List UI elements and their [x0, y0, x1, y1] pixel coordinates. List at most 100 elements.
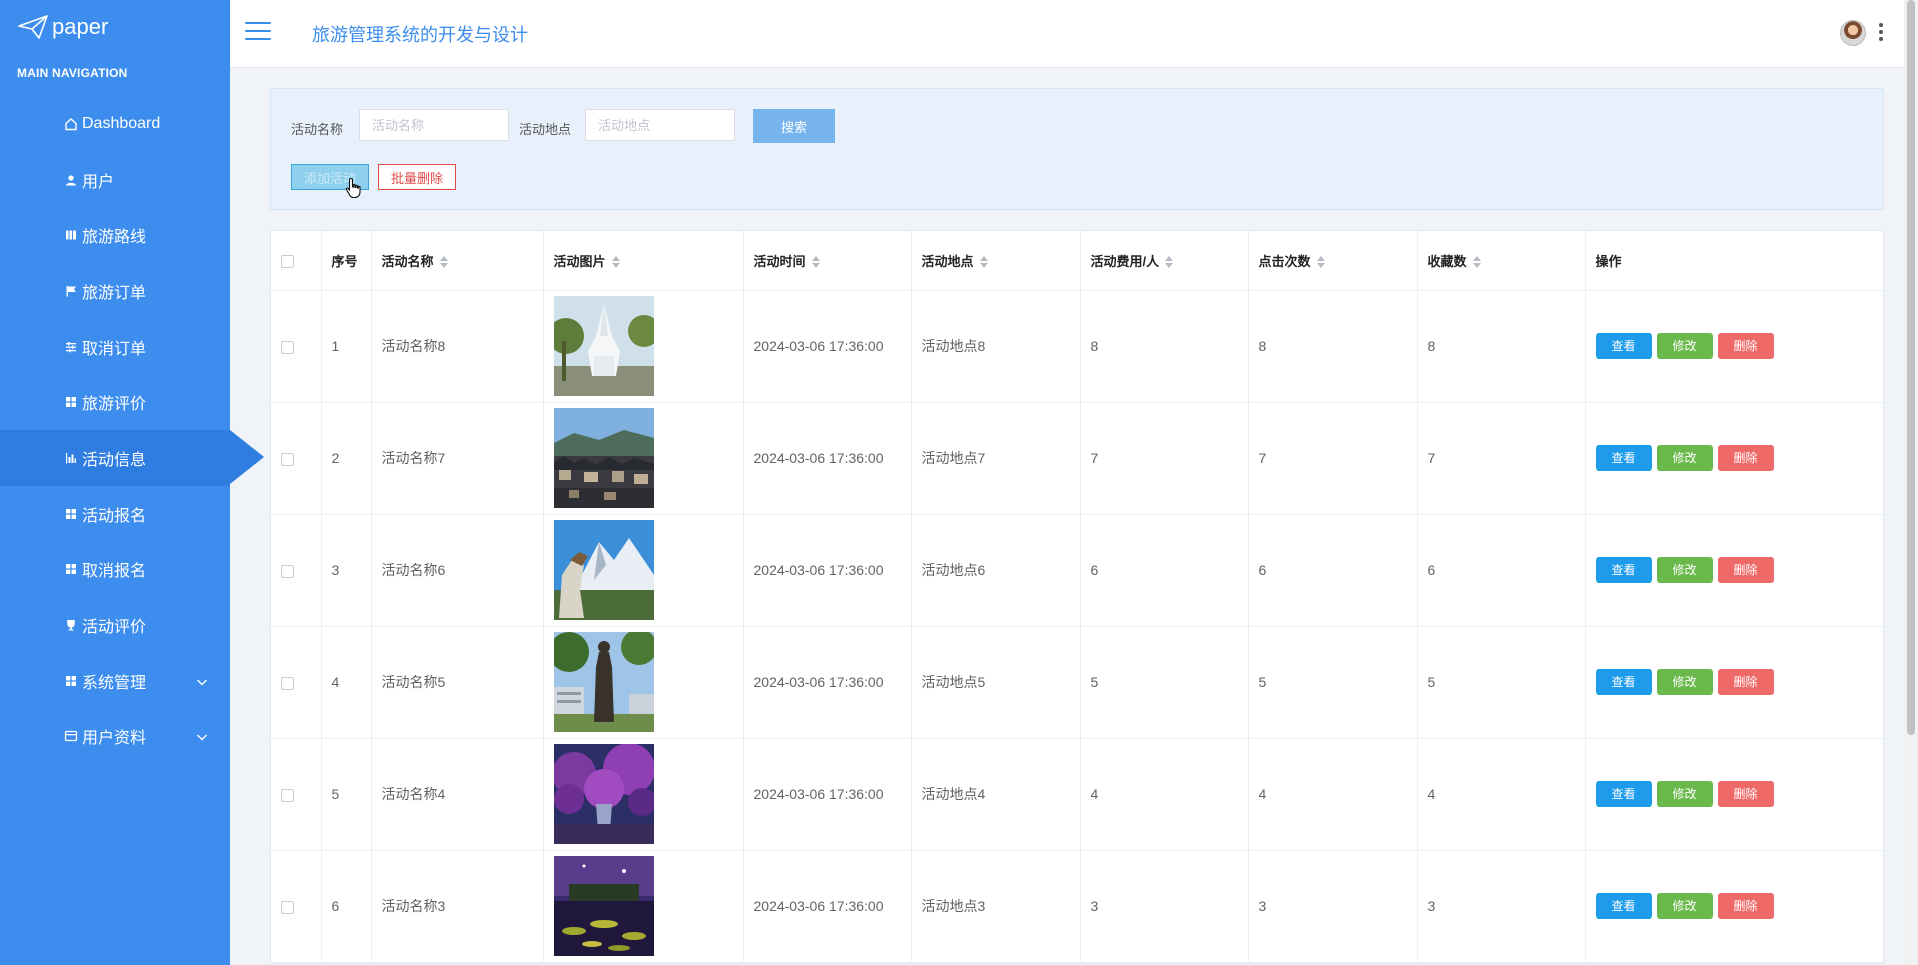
sidebar-item-label: 旅游评价: [82, 396, 147, 414]
chevron-down-icon[interactable]: [196, 675, 208, 693]
delete-button[interactable]: 删除: [1717, 445, 1774, 471]
chevron-down-icon[interactable]: [196, 730, 208, 748]
edit-button[interactable]: 修改: [1656, 445, 1713, 471]
sidebar-item-8[interactable]: 活动报名: [0, 486, 230, 542]
sidebar-item-12[interactable]: 用户资料: [0, 709, 230, 765]
view-button[interactable]: 查看: [1595, 669, 1652, 695]
sidebar-item-5[interactable]: 取消订单: [0, 319, 230, 375]
activity-place-label: 活动地点: [519, 122, 572, 137]
nav-header: MAIN NAVIGATION: [17, 66, 128, 80]
row-checkbox[interactable]: [281, 788, 294, 802]
avatar[interactable]: [1840, 20, 1866, 46]
sidebar-item-11[interactable]: 系统管理: [0, 653, 230, 709]
view-button[interactable]: 查看: [1595, 445, 1652, 471]
sidebar-item-1[interactable]: Dashboard: [0, 96, 230, 152]
sort-icon[interactable]: [611, 256, 620, 269]
row-checkbox[interactable]: [281, 340, 294, 354]
batch-delete-button[interactable]: 批量删除: [378, 164, 456, 190]
activity-image[interactable]: [553, 632, 743, 732]
click-count-cell: 7: [1248, 402, 1418, 515]
activity-place-cell: 活动地点7: [911, 402, 1081, 515]
edit-button[interactable]: 修改: [1656, 669, 1713, 695]
view-button[interactable]: 查看: [1595, 333, 1652, 359]
activity-image[interactable]: [553, 856, 743, 956]
row-checkbox[interactable]: [281, 676, 294, 690]
delete-button[interactable]: 删除: [1717, 893, 1774, 919]
activity-place-input[interactable]: [585, 109, 735, 141]
grid-icon: [64, 674, 78, 688]
favorites-cell: 5: [1417, 626, 1586, 739]
row-checkbox[interactable]: [281, 452, 294, 466]
sidebar-item-10[interactable]: 活动评价: [0, 597, 230, 653]
column-header[interactable]: 活动费用/人: [1080, 231, 1249, 291]
sidebar-item-label: 活动评价: [82, 619, 147, 637]
edit-button[interactable]: 修改: [1656, 557, 1713, 583]
sidebar-item-label: 旅游路线: [82, 229, 147, 247]
sidebar-item-7[interactable]: 活动信息: [0, 430, 264, 486]
row-checkbox[interactable]: [281, 900, 294, 914]
sidebar-item-4[interactable]: 旅游订单: [0, 263, 230, 319]
edit-button[interactable]: 修改: [1656, 893, 1713, 919]
sidebar-item-label: 取消报名: [82, 563, 147, 581]
scrollbar-thumb[interactable]: [1907, 0, 1915, 735]
column-header[interactable]: 收藏数: [1417, 231, 1586, 291]
activity-image[interactable]: [553, 520, 743, 620]
row-select-cell: [271, 402, 322, 515]
sidebar-item-label: 用户资料: [82, 730, 147, 748]
sidebar-item-9[interactable]: 取消报名: [0, 542, 230, 598]
column-header[interactable]: 活动地点: [911, 231, 1081, 291]
table-row: 3 活动名称6 2024-03-06 17:36:00 活动地点6 6 6 6 查看 修改 删除: [271, 514, 1883, 627]
column-header[interactable]: 点击次数: [1248, 231, 1418, 291]
logo[interactable]: paper: [0, 0, 230, 54]
sort-icon[interactable]: [811, 256, 820, 269]
edit-button[interactable]: 修改: [1656, 781, 1713, 807]
view-button[interactable]: 查看: [1595, 557, 1652, 583]
column-header[interactable]: 活动图片: [543, 231, 744, 291]
card-icon: [64, 729, 78, 743]
activity-image[interactable]: [553, 744, 743, 844]
cup-icon: [64, 618, 78, 632]
view-button[interactable]: 查看: [1595, 893, 1652, 919]
edit-button[interactable]: 修改: [1656, 333, 1713, 359]
activity-image-cell: [543, 626, 744, 739]
page-scrollbar[interactable]: [1904, 0, 1918, 965]
column-header[interactable]: 活动名称: [371, 231, 544, 291]
sidebar-item-6[interactable]: 旅游评价: [0, 374, 230, 430]
sort-icon[interactable]: [1472, 256, 1481, 269]
row-select-cell: [271, 738, 322, 851]
activity-image-cell: [543, 738, 744, 851]
actions-cell: 查看 修改 删除: [1585, 290, 1883, 403]
activity-image-cell: [543, 402, 744, 515]
row-checkbox[interactable]: [281, 564, 294, 578]
column-header[interactable]: 活动时间: [743, 231, 912, 291]
activity-image[interactable]: [553, 296, 743, 396]
delete-button[interactable]: 删除: [1717, 557, 1774, 583]
activity-table: 序号 活动名称 活动图片 活动时间 活动地点 活动费用/人 点击次数 收藏数 操…: [270, 230, 1884, 964]
activity-name-cell: 活动名称5: [371, 626, 544, 739]
search-button[interactable]: 搜索: [753, 109, 835, 143]
sidebar-item-2[interactable]: 用户: [0, 152, 230, 208]
sort-icon[interactable]: [1165, 256, 1174, 269]
delete-button[interactable]: 删除: [1717, 333, 1774, 359]
delete-button[interactable]: 删除: [1717, 781, 1774, 807]
activity-time-cell: 2024-03-06 17:36:00: [743, 738, 912, 851]
hand-cursor-icon: [345, 177, 361, 199]
grid-icon: [64, 562, 78, 576]
activity-name-cell: 活动名称4: [371, 738, 544, 851]
sort-icon[interactable]: [439, 256, 448, 269]
more-vertical-icon[interactable]: [1878, 23, 1884, 43]
activity-place-cell: 活动地点5: [911, 626, 1081, 739]
sort-icon[interactable]: [979, 256, 988, 269]
row-select-cell: [271, 290, 322, 403]
menu-toggle-icon[interactable]: [245, 22, 271, 42]
activity-name-input[interactable]: [359, 109, 509, 141]
view-button[interactable]: 查看: [1595, 781, 1652, 807]
sidebar-item-3[interactable]: 旅游路线: [0, 207, 230, 263]
select-all-checkbox[interactable]: [281, 254, 294, 268]
activity-image[interactable]: [553, 408, 743, 508]
activity-image-cell: [543, 514, 744, 627]
select-all-header: [271, 231, 322, 291]
sidebar-item-label: Dashboard: [82, 114, 161, 132]
sort-icon[interactable]: [1316, 256, 1325, 269]
delete-button[interactable]: 删除: [1717, 669, 1774, 695]
